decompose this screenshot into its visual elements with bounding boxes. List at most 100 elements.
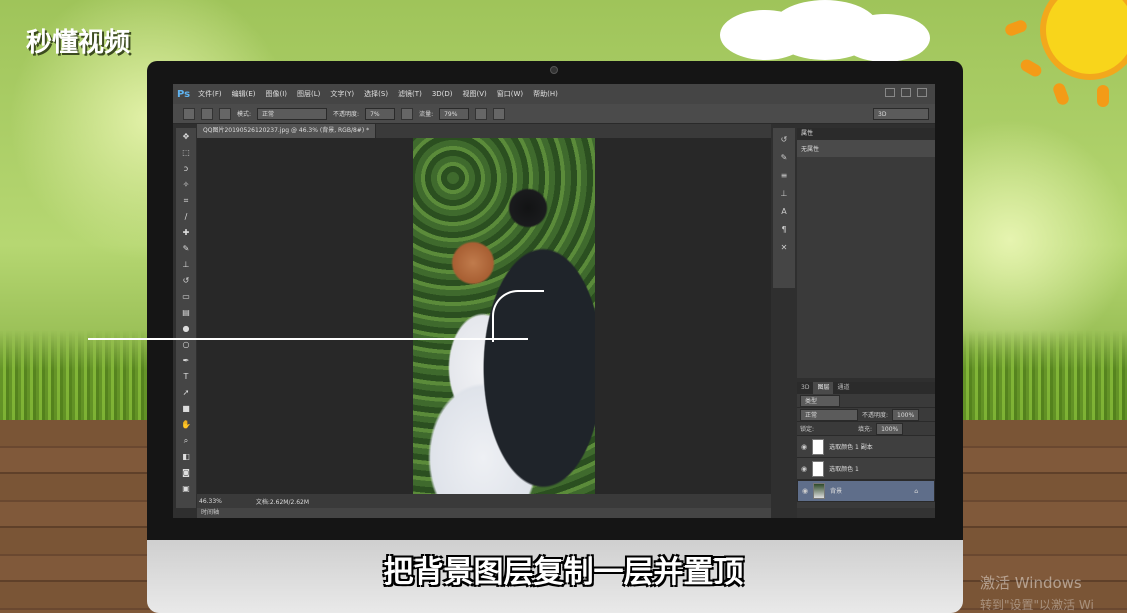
zoom-level[interactable]: 46.33% (199, 498, 222, 505)
magic-wand-icon[interactable]: ✧ (179, 178, 193, 192)
tab-channels[interactable]: 通道 (833, 382, 853, 394)
marquee-tool-icon[interactable]: ⬚ (179, 146, 193, 160)
ps-logo-icon: Ps (177, 88, 191, 100)
adjustment-thumb-icon (812, 460, 825, 477)
video-subtitle: 把背景图层复制一层并置顶 (383, 555, 744, 590)
menu-image[interactable]: 图像(I) (266, 89, 288, 99)
tools-panel-icon[interactable]: ✕ (778, 242, 790, 254)
windows-activation-watermark: 激活 Windows (980, 574, 1082, 592)
menu-help[interactable]: 帮助(H) (533, 89, 558, 99)
dodge-tool-icon[interactable]: ○ (179, 338, 193, 352)
healing-brush-icon[interactable]: ✚ (179, 226, 193, 240)
type-tool-icon[interactable]: T (179, 370, 193, 384)
eraser-icon[interactable]: ▭ (179, 290, 193, 304)
adjustment-thumb-icon (812, 438, 825, 455)
menu-select[interactable]: 选择(S) (364, 89, 388, 99)
tab-layers[interactable]: 图层 (813, 382, 834, 394)
brush-preset-icon[interactable] (183, 107, 195, 120)
timeline-tab[interactable]: 时间轴 (197, 508, 771, 518)
sun-ray-icon (1097, 85, 1109, 107)
layers-panel: 3D 图层 通道 类型 正常 不透明度: 100% 锁定: 填充: 100% ◉… (797, 382, 935, 518)
menu-view[interactable]: 视图(V) (463, 89, 487, 99)
lasso-tool-icon[interactable]: ↄ (179, 162, 193, 176)
properties-tab[interactable]: 属性 (797, 128, 935, 140)
fill-input[interactable]: 100% (876, 422, 904, 435)
clone-stamp-icon[interactable]: ⊥ (179, 258, 193, 272)
paragraph-icon[interactable]: ¶ (778, 224, 790, 236)
layer-row[interactable]: ◉ 选取颜色 1 副本 (797, 436, 935, 458)
adjustments-icon[interactable]: ≡ (778, 170, 790, 182)
layers-panel-tabs: 3D 图层 通道 (797, 382, 935, 394)
blur-tool-icon[interactable]: ● (179, 322, 193, 336)
eye-icon[interactable]: ◉ (801, 443, 807, 451)
brush-panel-icon[interactable] (219, 107, 231, 120)
brand-logo: 秒懂视频 (26, 28, 131, 58)
sun-ray-icon (1003, 18, 1029, 38)
move-tool-icon[interactable]: ✥ (179, 130, 193, 144)
layer-row[interactable]: ◉ 选取颜色 1 (797, 458, 935, 480)
layer-opacity-input[interactable]: 100% (892, 408, 920, 421)
canvas-area[interactable] (197, 138, 771, 494)
menu-edit[interactable]: 编辑(E) (232, 89, 256, 99)
menu-type[interactable]: 文字(Y) (330, 89, 354, 99)
windows-activation-hint: 转到"设置"以激活 Wi (980, 598, 1094, 612)
layer-name: 选取颜色 1 副本 (829, 444, 873, 451)
close-icon[interactable] (917, 88, 927, 97)
pressure-opacity-icon[interactable] (401, 107, 414, 120)
character-icon[interactable]: A (778, 206, 790, 218)
menu-3d[interactable]: 3D(D) (432, 90, 453, 98)
minimize-icon[interactable] (885, 88, 895, 97)
eyedropper-icon[interactable]: ∕ (179, 210, 193, 224)
opacity-input[interactable]: 7% (365, 107, 396, 120)
eye-icon[interactable]: ◉ (801, 465, 807, 473)
lock-row: 锁定: 填充: 100% (797, 422, 935, 436)
layer-name: 背景 (830, 487, 843, 495)
layer-filter-select[interactable]: 类型 (800, 394, 840, 407)
mode-label: 模式: (237, 111, 252, 118)
menu-filter[interactable]: 滤镜(T) (398, 89, 422, 99)
brush-preset-panel-icon[interactable]: ✎ (778, 152, 790, 164)
status-bar: 46.33% 文档:2.62M/2.62M (197, 494, 771, 508)
brush-tool-icon[interactable]: ✎ (179, 242, 193, 256)
menu-layer[interactable]: 图层(L) (297, 89, 320, 99)
document-tab[interactable]: QQ图片20190526120237.jpg @ 46.3% (背景, RGB/… (197, 124, 377, 138)
blend-mode-select[interactable]: 正常 (800, 408, 858, 421)
opacity-label: 不透明度: (333, 111, 360, 118)
color-swatches-icon[interactable]: ◧ (179, 450, 193, 464)
shape-tool-icon[interactable]: ■ (179, 402, 193, 416)
crop-tool-icon[interactable]: ⌗ (179, 194, 193, 208)
path-select-icon[interactable]: ➚ (179, 386, 193, 400)
history-icon[interactable]: ↺ (778, 134, 790, 146)
layer-opacity-label: 不透明度: (862, 412, 889, 419)
fill-label: 填充: (858, 426, 873, 433)
restore-icon[interactable] (901, 88, 911, 97)
history-brush-icon[interactable]: ↺ (179, 274, 193, 288)
screen-mode-icon[interactable]: ▣ (179, 482, 193, 496)
layer-row-selected[interactable]: ◉ 背景 ⌂ (797, 480, 935, 502)
layer-buttons-bar (797, 508, 935, 518)
sun-ray-icon (1018, 57, 1044, 79)
video-scene: 秒懂视频 Ps 文件(F) 编辑(E) 图像(I) 图层(L) 文字(Y) 选择… (0, 0, 1127, 613)
workspace-select[interactable]: 3D (873, 107, 929, 120)
sun-ray-icon (1051, 81, 1071, 107)
sun-icon (1040, 0, 1127, 80)
menu-window[interactable]: 窗口(W) (497, 89, 523, 99)
brush-size-icon[interactable] (201, 107, 213, 120)
zoom-tool-icon[interactable]: ⌕ (179, 434, 193, 448)
mode-select[interactable]: 正常 (257, 107, 328, 120)
photoshop-window: Ps 文件(F) 编辑(E) 图像(I) 图层(L) 文字(Y) 选择(S) 滤… (173, 84, 935, 518)
photo-thumb-icon (813, 483, 826, 499)
tab-3d[interactable]: 3D (797, 382, 813, 394)
quick-mask-icon[interactable]: ◙ (179, 466, 193, 480)
annotation-line (88, 338, 528, 340)
panel-icon-strip: ↺ ✎ ≡ ⊥ A ¶ ✕ (773, 128, 795, 288)
pressure-size-icon[interactable] (493, 107, 506, 120)
eye-icon[interactable]: ◉ (802, 486, 808, 497)
pen-tool-icon[interactable]: ✒ (179, 354, 193, 368)
gradient-icon[interactable]: ▤ (179, 306, 193, 320)
hand-tool-icon[interactable]: ✋ (179, 418, 193, 432)
flow-input[interactable]: 79% (439, 107, 470, 120)
clone-source-icon[interactable]: ⊥ (778, 188, 790, 200)
airbrush-icon[interactable] (475, 107, 488, 120)
menu-file[interactable]: 文件(F) (198, 89, 222, 99)
